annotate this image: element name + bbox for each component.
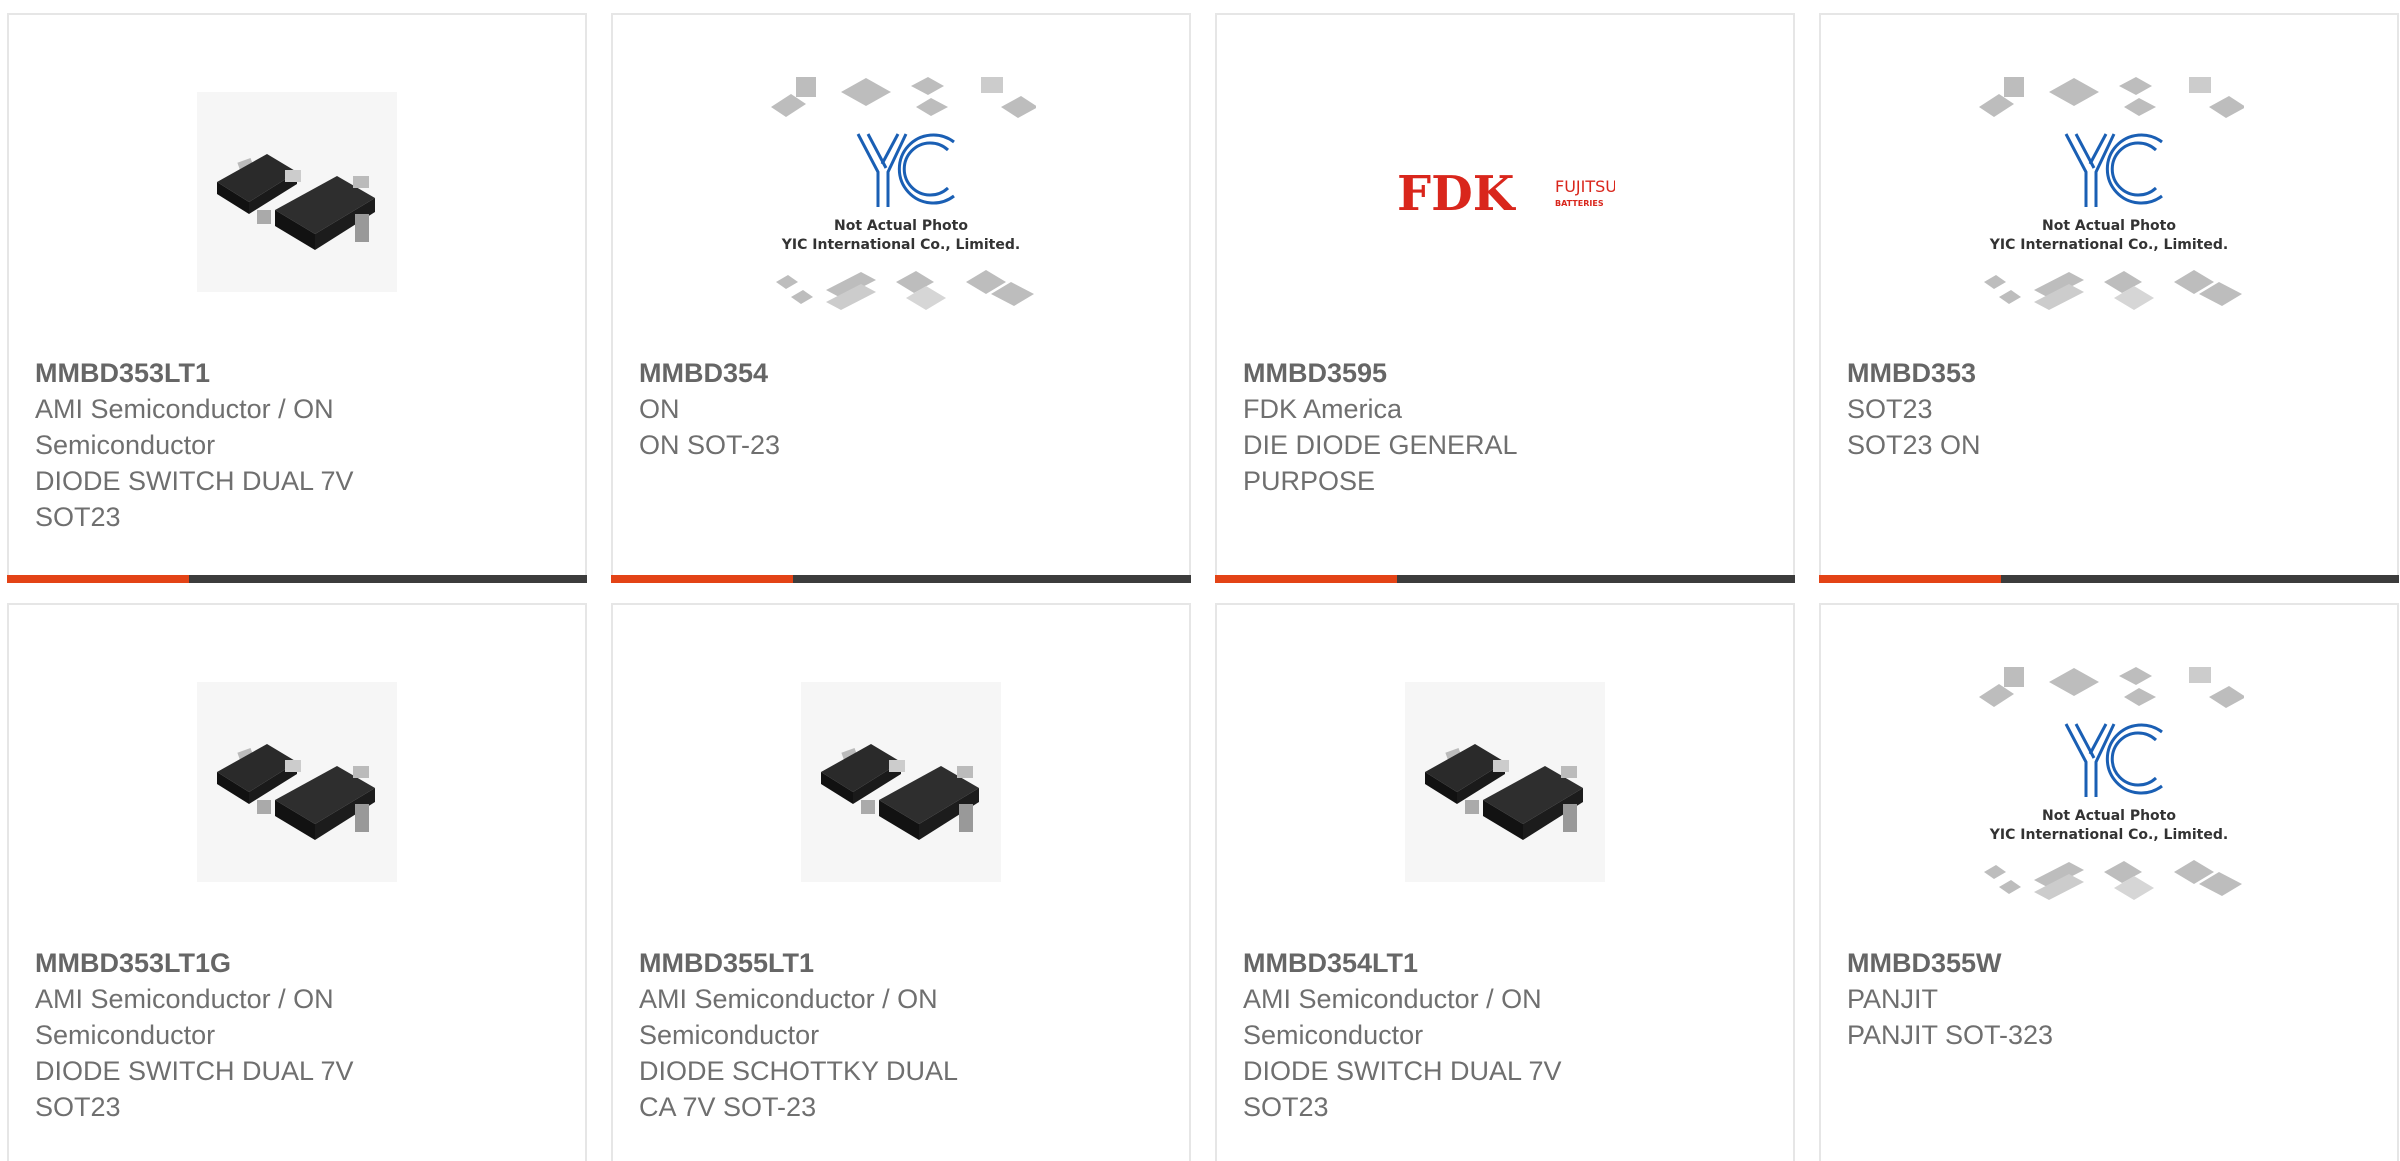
- placeholder-line1: Not Actual Photo: [834, 218, 968, 234]
- product-info: MMBD355LT1 AMI Semiconductor / ON Semico…: [639, 945, 999, 1125]
- part-number[interactable]: MMBD355W: [1847, 945, 2207, 981]
- part-number[interactable]: MMBD353LT1G: [35, 945, 395, 981]
- description: ON SOT-23: [639, 430, 781, 460]
- card-bottom-bar: [7, 575, 587, 583]
- product-info: MMBD353 SOT23 SOT23 ON: [1847, 355, 2207, 463]
- description: DIODE SWITCH DUAL 7V SOT23: [1243, 1056, 1562, 1122]
- product-card[interactable]: MMBD353LT1 AMI Semiconductor / ON Semico…: [7, 13, 587, 583]
- yic-placeholder-icon: Not Actual Photo YIC International Co., …: [771, 77, 1036, 310]
- product-card[interactable]: FDK FUJITSU BATTERIES MMBD3595 FDK Ameri…: [1215, 13, 1795, 583]
- description: DIODE SCHOTTKY DUAL CA 7V SOT-23: [639, 1056, 958, 1122]
- yic-placeholder-icon: Not Actual Photo YIC International Co., …: [1979, 667, 2244, 900]
- card-accent-bar: [1819, 575, 2001, 583]
- product-info: MMBD354LT1 AMI Semiconductor / ON Semico…: [1243, 945, 1603, 1125]
- description: PANJIT SOT-323: [1847, 1020, 2054, 1050]
- manufacturer: ON: [639, 394, 680, 424]
- logo-sub: BATTERIES: [1555, 199, 1604, 208]
- placeholder-line2: YIC International Co., Limited.: [1989, 237, 2228, 253]
- part-number[interactable]: MMBD354: [639, 355, 999, 391]
- description: DIE DIODE GENERAL PURPOSE: [1243, 430, 1517, 496]
- product-card[interactable]: Not Actual Photo YIC International Co., …: [1819, 13, 2399, 583]
- manufacturer: AMI Semiconductor / ON Semiconductor: [639, 984, 938, 1050]
- card-accent-bar: [1215, 575, 1397, 583]
- card-bottom-bar: [1215, 575, 1795, 583]
- product-info: MMBD355W PANJIT PANJIT SOT-323: [1847, 945, 2207, 1053]
- card-accent-bar: [611, 575, 793, 583]
- sot23-chip-icon: [197, 92, 397, 292]
- product-card[interactable]: Not Actual Photo YIC International Co., …: [1819, 603, 2399, 1161]
- product-image[interactable]: [613, 673, 1189, 891]
- description: DIODE SWITCH DUAL 7V SOT23: [35, 1056, 354, 1122]
- product-card[interactable]: MMBD353LT1G AMI Semiconductor / ON Semic…: [7, 603, 587, 1161]
- manufacturer: AMI Semiconductor / ON Semiconductor: [1243, 984, 1542, 1050]
- part-number[interactable]: MMBD353: [1847, 355, 2207, 391]
- part-number[interactable]: MMBD354LT1: [1243, 945, 1603, 981]
- product-info: MMBD353LT1 AMI Semiconductor / ON Semico…: [35, 355, 395, 535]
- logo-main: FDK: [1397, 166, 1517, 222]
- product-grid: MMBD353LT1 AMI Semiconductor / ON Semico…: [0, 0, 2400, 1161]
- card-bottom-bar: [611, 575, 1191, 583]
- product-image[interactable]: [9, 673, 585, 891]
- manufacturer: AMI Semiconductor / ON Semiconductor: [35, 394, 334, 460]
- manufacturer: SOT23: [1847, 394, 1933, 424]
- manufacturer: FDK America: [1243, 394, 1403, 424]
- sot23-chip-icon: [801, 682, 1001, 882]
- product-info: MMBD3595 FDK America DIE DIODE GENERAL P…: [1243, 355, 1603, 499]
- product-image[interactable]: Not Actual Photo YIC International Co., …: [613, 77, 1189, 310]
- product-image[interactable]: Not Actual Photo YIC International Co., …: [1821, 77, 2397, 310]
- sot23-chip-icon: [1405, 682, 1605, 882]
- card-accent-bar: [7, 575, 189, 583]
- product-info: MMBD354 ON ON SOT-23: [639, 355, 999, 463]
- placeholder-line1: Not Actual Photo: [2042, 218, 2176, 234]
- description: DIODE SWITCH DUAL 7V SOT23: [35, 466, 354, 532]
- card-bottom-bar: [1819, 575, 2399, 583]
- placeholder-line1: Not Actual Photo: [2042, 808, 2176, 824]
- product-image[interactable]: Not Actual Photo YIC International Co., …: [1821, 667, 2397, 900]
- placeholder-line2: YIC International Co., Limited.: [1989, 827, 2228, 843]
- sot23-chip-icon: [197, 682, 397, 882]
- logo-brand: FUJITSU: [1555, 177, 1615, 196]
- product-image[interactable]: [1217, 673, 1793, 891]
- part-number[interactable]: MMBD353LT1: [35, 355, 395, 391]
- product-card[interactable]: Not Actual Photo YIC International Co., …: [611, 13, 1191, 583]
- product-image[interactable]: [9, 83, 585, 301]
- fdk-fujitsu-logo-icon: FDK FUJITSU BATTERIES: [1397, 166, 1615, 222]
- part-number[interactable]: MMBD3595: [1243, 355, 1603, 391]
- description: SOT23 ON: [1847, 430, 1981, 460]
- product-card[interactable]: MMBD354LT1 AMI Semiconductor / ON Semico…: [1215, 603, 1795, 1161]
- manufacturer: PANJIT: [1847, 984, 1939, 1014]
- placeholder-line2: YIC International Co., Limited.: [781, 237, 1020, 253]
- product-info: MMBD353LT1G AMI Semiconductor / ON Semic…: [35, 945, 395, 1125]
- manufacturer: AMI Semiconductor / ON Semiconductor: [35, 984, 334, 1050]
- product-card[interactable]: MMBD355LT1 AMI Semiconductor / ON Semico…: [611, 603, 1191, 1161]
- part-number[interactable]: MMBD355LT1: [639, 945, 999, 981]
- yic-placeholder-icon: Not Actual Photo YIC International Co., …: [1979, 77, 2244, 310]
- product-image[interactable]: FDK FUJITSU BATTERIES: [1217, 83, 1793, 301]
